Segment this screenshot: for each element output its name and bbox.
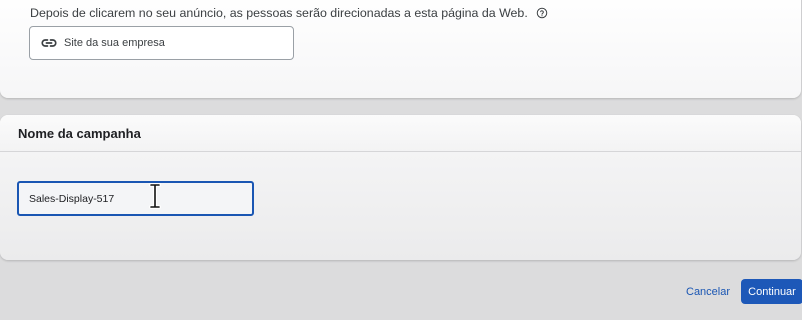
campaign-name-header: Nome da campanha [0,115,801,152]
destination-card: Depois de clicarem no seu anúncio, as pe… [0,0,801,98]
cancel-button[interactable]: Cancelar [680,280,736,304]
link-icon [41,39,57,47]
campaign-name-card: Nome da campanha [0,115,801,260]
destination-description: Depois de clicarem no seu anúncio, as pe… [30,6,528,20]
destination-url-field[interactable]: Site da sua empresa [29,26,294,60]
destination-url-value: Site da sua empresa [64,37,165,49]
destination-description-row: Depois de clicarem no seu anúncio, as pe… [30,6,548,20]
help-circle-icon[interactable] [536,7,548,19]
continue-button[interactable]: Continuar [741,279,802,304]
campaign-name-input[interactable] [17,181,254,216]
text-cursor-icon [149,183,161,209]
campaign-name-title: Nome da campanha [18,126,141,141]
